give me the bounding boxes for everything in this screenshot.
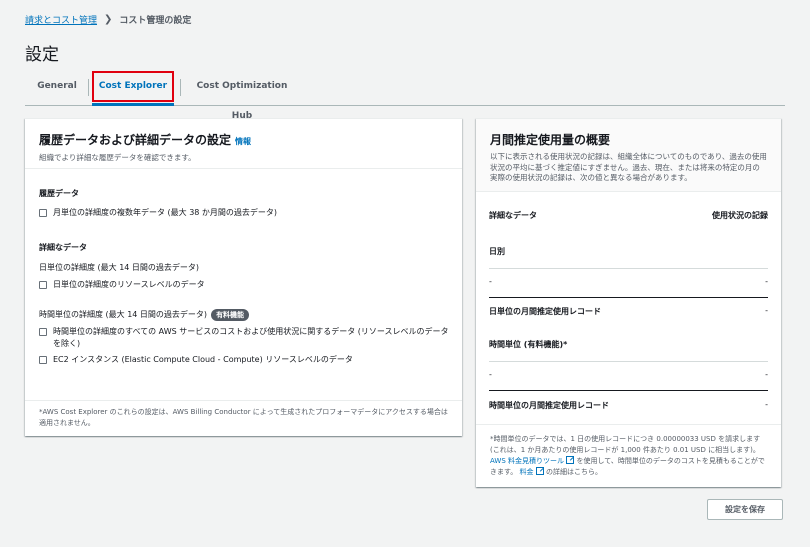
tab-divider (88, 79, 89, 96)
daily-monthly-row: 日単位の月間推定使用レコード - (489, 306, 768, 317)
daily-row: - - (489, 277, 768, 286)
breadcrumb-current: コスト管理の設定 (119, 16, 192, 26)
col-usage-records: 使用状況の記録 (712, 211, 768, 220)
history-title: 履歴データ (39, 189, 79, 198)
external-link-icon (566, 456, 575, 464)
daily-monthly-label: 日単位の月間推定使用レコード (489, 307, 601, 316)
history-section: 履歴データ 月単位の詳細度の複数年データ (最大 38 か月間の過去データ) (39, 188, 449, 219)
breadcrumb: 請求とコスト管理 ❯ コスト管理の設定 (25, 13, 191, 26)
daily-option-row[interactable]: 日単位の詳細度のリソースレベルのデータ (39, 279, 454, 291)
daily-monthly-value: - (765, 306, 768, 315)
tab-divider (180, 79, 181, 96)
col-detail-data: 詳細なデータ (489, 211, 537, 220)
hourly-label: 時間単位 (有料機能)* (489, 339, 768, 350)
hourly-monthly-value: - (765, 400, 768, 409)
daily-value-left: - (489, 277, 492, 286)
divider (25, 168, 462, 169)
daily-value-right: - (765, 277, 768, 286)
historical-detail-settings-panel: 履歴データおよび詳細データの設定 情報 組織でより詳細な履歴データを確認できます。… (25, 118, 462, 436)
hourly-all-services-checkbox[interactable] (39, 328, 47, 336)
hourly-subtitle: 時間単位の詳細度 (最大 14 日間の過去データ) 有料機能 (39, 309, 454, 321)
row-line (489, 390, 768, 391)
panel-title: 月間推定使用量の概要 (490, 133, 611, 147)
multi-year-checkbox[interactable] (39, 209, 47, 217)
divider (476, 424, 781, 425)
breadcrumb-billing-link[interactable]: 請求とコスト管理 (25, 13, 97, 26)
hourly-all-option-row[interactable]: 時間単位の詳細度のすべての AWS サービスのコストおよび使用状況に関するデータ… (39, 326, 454, 350)
hourly-ec2-option-row[interactable]: EC2 インスタンス (Elastic Compute Cloud - Comp… (39, 354, 454, 366)
hourly-pricing-note: *時間単位のデータでは、1 日の使用レコードにつき 0.00000033 USD… (490, 434, 767, 478)
hourly-monthly-row: 時間単位の月間推定使用レコード - (489, 400, 768, 411)
daily-resource-checkbox[interactable] (39, 281, 47, 289)
hourly-text: 時間単位 (有料機能)* (489, 340, 568, 349)
multi-year-label: 月単位の詳細度の複数年データ (最大 38 か月間の過去データ) (53, 208, 278, 217)
ec2-resource-checkbox[interactable] (39, 356, 47, 364)
hourly-value-right: - (765, 370, 768, 379)
divider (476, 191, 781, 192)
page-title: 設定 (25, 45, 59, 65)
daily-resource-label: 日単位の詳細度のリソースレベルのデータ (53, 280, 205, 289)
detail-title: 詳細なデータ (39, 243, 87, 252)
pricing-note-c: の詳細はこちら。 (546, 468, 603, 476)
tab-bar: General Cost Explorer Cost Optimization … (25, 71, 785, 121)
monthly-usage-estimate-panel: 月間推定使用量の概要 以下に表示される使用状況の記録は、組織全体についてのもので… (476, 118, 781, 487)
history-option-row[interactable]: 月単位の詳細度の複数年データ (最大 38 か月間の過去データ) (39, 207, 449, 219)
panel-description: 以下に表示される使用状況の記録は、組織全体についてのものであり、過去の使用状況の… (490, 152, 767, 182)
panel-title-text: 履歴データおよび詳細データの設定 (39, 133, 232, 147)
paid-feature-badge: 有料機能 (211, 309, 250, 321)
row-line (489, 268, 768, 269)
row-line (489, 297, 768, 298)
ec2-resource-label: EC2 インスタンス (Elastic Compute Cloud - Comp… (53, 355, 353, 364)
hourly-row: - - (489, 370, 768, 379)
save-settings-button[interactable]: 設定を保存 (707, 499, 783, 520)
row-line (489, 361, 768, 362)
hourly-subtitle-text: 時間単位の詳細度 (最大 14 日間の過去データ) (39, 310, 208, 319)
pricing-note-a: *時間単位のデータでは、1 日の使用レコードにつき 0.00000033 USD… (490, 435, 761, 454)
table-header: 詳細なデータ 使用状況の記録 (489, 210, 768, 221)
hourly-all-services-label: 時間単位の詳細度のすべての AWS サービスのコストおよび使用状況に関するデータ… (53, 327, 449, 348)
daily-label: 日別 (489, 246, 768, 257)
info-link[interactable]: 情報 (235, 137, 251, 146)
hourly-monthly-label: 時間単位の月間推定使用レコード (489, 401, 609, 410)
daily-subtitle: 日単位の詳細度 (最大 14 日間の過去データ) (39, 263, 200, 272)
chevron-right-icon: ❯ (104, 14, 113, 25)
panel-title: 履歴データおよび詳細データの設定 情報 (39, 131, 448, 148)
divider (25, 400, 462, 401)
pricing-link[interactable]: 料金 (520, 468, 534, 476)
tab-cost-explorer[interactable]: Cost Explorer (92, 71, 174, 106)
panel-description: 組織でより詳細な履歴データを確認できます。 (39, 153, 196, 162)
daily-text: 日別 (489, 247, 505, 256)
detail-section: 詳細なデータ 日単位の詳細度 (最大 14 日間の過去データ) 日単位の詳細度の… (39, 242, 454, 366)
billing-conductor-note: *AWS Cost Explorer のこれらの設定は、AWS Billing … (39, 408, 448, 427)
external-link-icon (535, 467, 544, 475)
pricing-calculator-link[interactable]: AWS 料金見積りツール (490, 457, 564, 465)
tab-cost-optimization-hub[interactable]: Cost Optimization Hub (187, 71, 297, 121)
hourly-value-left: - (489, 370, 492, 379)
tab-general[interactable]: General (33, 71, 81, 102)
